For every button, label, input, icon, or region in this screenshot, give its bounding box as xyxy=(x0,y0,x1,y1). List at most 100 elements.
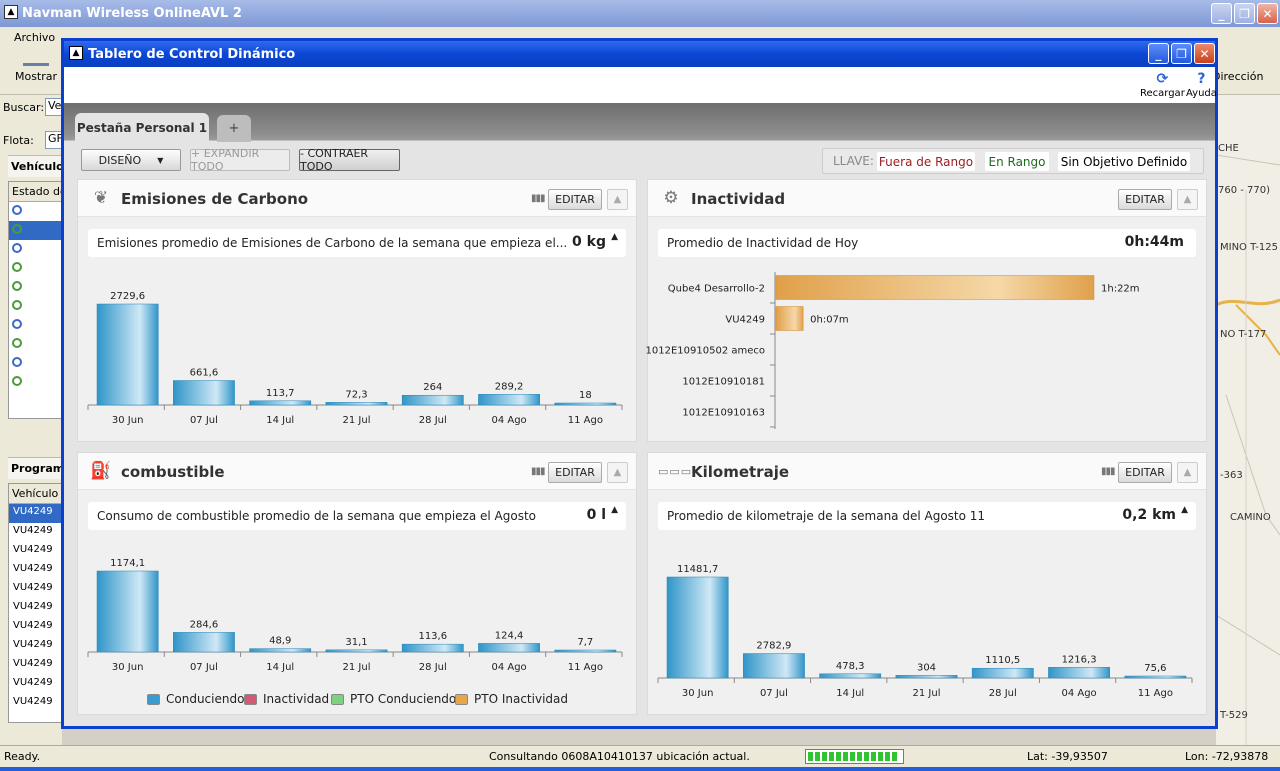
data-label: 2729,6 xyxy=(110,291,145,302)
collapse-panel-button[interactable]: ▲ xyxy=(607,462,628,483)
vehicle-program-grid[interactable]: Vehículo VU4249 VU4249 VU4249 VU4249 VU4249 V… xyxy=(8,483,62,723)
map-label: -363 xyxy=(1220,470,1243,481)
chart-type-icon[interactable]: ▮▮▮ xyxy=(531,466,546,478)
edit-button[interactable]: EDITAR xyxy=(1118,462,1172,483)
data-label: 478,3 xyxy=(836,661,865,672)
direction-button[interactable]: Dirección xyxy=(1212,70,1263,83)
edit-button[interactable]: EDITAR xyxy=(1118,189,1172,210)
chevron-down-icon: ▼ xyxy=(157,155,164,165)
x-tick-label: 04 Ago xyxy=(491,662,526,673)
fuel-panel: ⛽ combustible ▮▮▮ EDITAR ▲ Consumo de co… xyxy=(77,452,637,715)
dialog-logo-icon: ▲ xyxy=(69,46,83,60)
programs-header: Program xyxy=(8,457,64,479)
app-minimize-button[interactable]: _ xyxy=(1211,3,1232,24)
fleet-select[interactable]: GF xyxy=(45,131,62,149)
vehicle-column-header[interactable]: Vehículo xyxy=(9,484,61,504)
x-tick-label: 04 Ago xyxy=(491,415,526,426)
status-ready: Ready. xyxy=(4,750,41,763)
tab-personal-1[interactable]: Pestaña Personal 1 xyxy=(75,113,209,142)
bar xyxy=(96,570,159,653)
panel-header: ⚙ Inactividad EDITAR ▲ xyxy=(648,180,1206,217)
vehicle-row[interactable]: VU4249 xyxy=(9,656,61,675)
collapse-panel-button[interactable]: ▲ xyxy=(1177,462,1198,483)
y-tick-label: Qube4 Desarrollo-2 xyxy=(668,284,765,295)
data-label: 1216,3 xyxy=(1062,654,1097,665)
data-label: 284,6 xyxy=(190,619,219,630)
bar xyxy=(743,653,805,679)
summary-value: 0 kg xyxy=(572,234,606,250)
status-longitude: Lon: -72,93878 xyxy=(1185,750,1269,763)
app-maximize-button[interactable]: ❐ xyxy=(1234,3,1255,24)
data-label: 48,9 xyxy=(269,636,291,647)
vehicle-row[interactable]: VU4249 xyxy=(9,599,61,618)
menu-archivo[interactable]: Archivo xyxy=(14,31,55,44)
key-out-of-range: Fuera de Rango xyxy=(877,152,975,171)
status-row[interactable] xyxy=(9,373,61,392)
x-tick-label: 14 Jul xyxy=(836,688,864,699)
search-input[interactable]: Ve xyxy=(45,98,62,116)
dialog-minimize-button[interactable]: _ xyxy=(1148,43,1169,64)
panel-header: ❦ Emisiones de Carbono ▮▮▮ EDITAR ▲ xyxy=(78,180,636,217)
data-label: 113,6 xyxy=(418,631,447,642)
status-row[interactable] xyxy=(9,297,61,316)
vehicle-row[interactable]: VU4249 xyxy=(9,561,61,580)
collapse-panel-button[interactable]: ▲ xyxy=(1177,189,1198,210)
fuel-chart: 1174,1 30 Jun 284,6 07 Jul 48,9 14 Jul 31,1 21 … xyxy=(87,558,623,673)
vehicle-row[interactable]: VU4249 xyxy=(9,504,61,523)
bar xyxy=(1124,675,1187,679)
legend-pto-idle: PTO Inactividad xyxy=(455,692,568,706)
idle-panel: ⚙ Inactividad EDITAR ▲ Promedio de Inact… xyxy=(646,179,1207,442)
bar xyxy=(819,673,882,679)
collapse-panel-button[interactable]: ▲ xyxy=(607,189,628,210)
bar xyxy=(173,380,235,406)
vehicle-row[interactable]: VU4249 xyxy=(9,637,61,656)
dialog-close-button[interactable]: ✕ xyxy=(1194,43,1215,64)
bar xyxy=(478,643,540,653)
status-row[interactable] xyxy=(9,278,61,297)
vehicle-row[interactable]: VU4249 xyxy=(9,523,61,542)
status-row[interactable] xyxy=(9,221,61,240)
vehicle-row[interactable]: VU4249 xyxy=(9,542,61,561)
summary-text: Consumo de combustible promedio de la se… xyxy=(97,509,537,523)
add-tab-button[interactable]: + xyxy=(217,115,251,142)
expand-all-button[interactable]: + EXPANDIR TODO xyxy=(190,147,290,173)
data-label: 11481,7 xyxy=(677,564,718,575)
status-row[interactable] xyxy=(9,259,61,278)
vehicle-row[interactable]: VU4249 xyxy=(9,580,61,599)
collapse-all-button[interactable]: - CONTRAER TODO xyxy=(299,147,400,173)
vehicle-row[interactable]: VU4249 xyxy=(9,694,61,713)
status-row[interactable] xyxy=(9,316,61,335)
edit-button[interactable]: EDITAR xyxy=(548,189,602,210)
y-tick-label: 1012E10910181 xyxy=(682,377,765,388)
caret-icon: ▲ xyxy=(1181,505,1188,515)
chart-type-icon[interactable]: ▮▮▮ xyxy=(531,193,546,205)
dashboard-dialog: ▲ Tablero de Control Dinámico _ ❐ ✕ ⟳ Re… xyxy=(61,38,1218,729)
bar xyxy=(96,303,159,406)
leaf-icon: ❦ xyxy=(93,188,109,208)
vehicle-status-grid[interactable]: Estado de xyxy=(8,181,62,419)
show-button[interactable]: Mostrar xyxy=(14,52,58,83)
chart-type-icon[interactable]: ▮▮▮ xyxy=(1101,466,1116,478)
app-close-button[interactable]: ✕ xyxy=(1257,3,1278,24)
status-row[interactable] xyxy=(9,202,61,221)
mileage-chart: 11481,7 30 Jun 2782,9 07 Jul 478,3 14 Jul 304 2… xyxy=(657,564,1193,699)
map-view[interactable]: CHE 760 - 770) MINO T-125 NO T-177 -363 … xyxy=(1216,95,1280,745)
summary-text: Emisiones promedio de Emisiones de Carbo… xyxy=(97,236,568,250)
status-row[interactable] xyxy=(9,240,61,259)
reload-button[interactable]: ⟳ Recargar xyxy=(1140,71,1185,99)
legend-label: Conduciendo xyxy=(166,692,245,706)
edit-button[interactable]: EDITAR xyxy=(548,462,602,483)
bar xyxy=(325,649,388,653)
state-column-header[interactable]: Estado de xyxy=(9,182,61,202)
design-dropdown[interactable]: DISEÑO ▼ xyxy=(81,149,181,171)
direction-label: Dirección xyxy=(1212,70,1264,83)
x-tick-label: 07 Jul xyxy=(190,415,218,426)
status-latitude: Lat: -39,93507 xyxy=(1027,750,1108,763)
vehicle-row[interactable]: VU4249 xyxy=(9,675,61,694)
status-row[interactable] xyxy=(9,354,61,373)
dialog-maximize-button[interactable]: ❐ xyxy=(1171,43,1192,64)
status-row[interactable] xyxy=(9,335,61,354)
fuel-legend: Conduciendo Inactividad PTO Conduciendo … xyxy=(78,690,636,708)
vehicle-row[interactable]: VU4249 xyxy=(9,618,61,637)
help-button[interactable]: ? Ayuda xyxy=(1186,71,1217,99)
